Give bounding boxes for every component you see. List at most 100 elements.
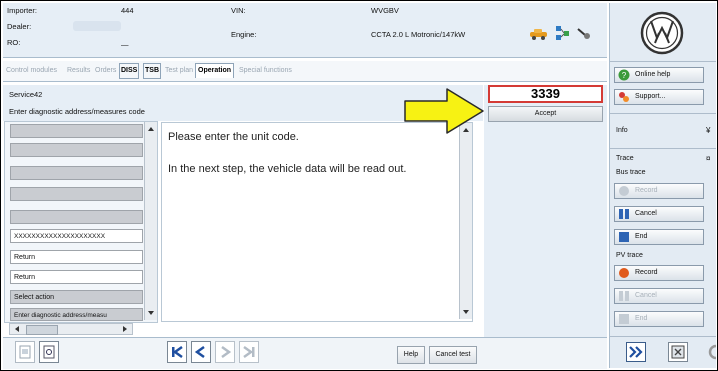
tab-tsb[interactable]: TSB — [143, 63, 161, 79]
screenshot-button[interactable] — [668, 342, 688, 362]
support-label: Support... — [635, 93, 666, 100]
prev-page-button[interactable] — [191, 341, 211, 363]
first-page-icon — [172, 345, 183, 359]
tab-diss[interactable]: DISS — [119, 63, 140, 79]
pv-record-label: Record — [635, 269, 658, 276]
sidebar-divider — [610, 113, 716, 114]
pv-end-button[interactable]: End — [614, 311, 704, 327]
info-section-label: Info — [616, 127, 628, 134]
scroll-down-icon[interactable] — [145, 308, 157, 318]
message-line-2: In the next step, the vehicle data will … — [168, 163, 407, 175]
tab-operation[interactable]: Operation — [195, 63, 235, 78]
tab-orders[interactable]: Orders — [95, 64, 116, 78]
help-button[interactable]: Help — [397, 346, 425, 364]
ro-label: RO: — [7, 38, 21, 47]
forward-button[interactable] — [626, 342, 646, 362]
dealer-label: Dealer: — [7, 22, 32, 31]
ro-value: — — [121, 40, 129, 49]
support-button[interactable]: Support... — [614, 89, 704, 105]
info-collapse-icon[interactable]: ¥ — [706, 126, 710, 135]
bus-record-label: Record — [635, 187, 658, 194]
svg-text:?: ? — [622, 71, 627, 80]
tab-bar: Control modules Results Orders DISS TSB … — [3, 61, 607, 82]
arrow-pointer-icon — [404, 88, 484, 134]
stop-icon — [619, 314, 629, 324]
pv-end-label: End — [635, 315, 648, 322]
next-page-button[interactable] — [215, 341, 235, 363]
pv-record-button[interactable]: Record — [614, 265, 704, 281]
trace-section-label: Trace — [616, 155, 634, 162]
diagnostic-window: Importer: 444 Dealer: RO: — VIN: WVGBV E… — [0, 0, 718, 371]
bus-record-button[interactable]: Record — [614, 183, 704, 199]
bus-end-label: End — [635, 233, 648, 240]
list-item-select-action[interactable]: Select action — [10, 290, 143, 304]
list-hscrollbar[interactable] — [9, 323, 133, 335]
list-item[interactable]: XXXXXXXXXXXXXXXXXXXXX — [10, 229, 143, 243]
hscroll-thumb[interactable] — [26, 325, 58, 335]
search-document-icon — [43, 345, 55, 359]
bus-cancel-button[interactable]: Cancel — [614, 206, 704, 222]
vin-value: WVGBV — [371, 6, 399, 15]
cancel-test-button[interactable]: Cancel test — [429, 346, 477, 364]
dealer-value-redacted — [73, 21, 121, 31]
screenshot-icon — [671, 345, 685, 359]
list-item[interactable] — [10, 187, 143, 201]
pv-cancel-button[interactable]: Cancel — [614, 288, 704, 304]
cable-icon[interactable] — [577, 27, 591, 39]
tab-special-functions[interactable]: Special functions — [239, 64, 292, 78]
list-item-return[interactable]: Return — [10, 250, 143, 264]
content-scrollbar[interactable] — [459, 123, 472, 319]
scroll-left-icon[interactable] — [12, 324, 22, 334]
record-icon — [619, 186, 629, 196]
bus-trace-label: Bus trace — [616, 169, 646, 176]
scroll-right-icon[interactable] — [120, 324, 130, 334]
first-page-button[interactable] — [167, 341, 187, 363]
network-icon[interactable] — [555, 25, 571, 41]
vin-label: VIN: — [231, 6, 246, 15]
pv-cancel-label: Cancel — [635, 292, 657, 299]
engine-label: Engine: — [231, 30, 257, 39]
sidebar-divider — [610, 336, 716, 337]
unit-code-field[interactable]: 3339 — [488, 85, 603, 103]
search-doc-button[interactable] — [39, 341, 59, 363]
accept-button[interactable]: Accept — [488, 106, 603, 122]
forward-icon — [629, 346, 643, 358]
tab-results[interactable]: Results — [67, 64, 90, 78]
scroll-down-icon[interactable] — [460, 307, 472, 317]
importer-label: Importer: — [7, 6, 38, 15]
print-button[interactable] — [15, 341, 35, 363]
tab-test-plan[interactable]: Test plan — [165, 64, 193, 78]
list-item[interactable] — [10, 124, 143, 138]
list-item[interactable] — [10, 166, 143, 180]
list-item[interactable] — [10, 210, 143, 224]
car-icon[interactable] — [529, 28, 549, 40]
list-item[interactable] — [10, 143, 143, 157]
settings-button[interactable] — [706, 342, 716, 362]
list-item-enter-address[interactable]: Enter diagnostic address/measu — [10, 308, 143, 321]
last-page-button[interactable] — [239, 341, 259, 363]
trace-collapse-icon[interactable]: ¤ — [706, 154, 710, 163]
list-scrollbar[interactable] — [144, 122, 157, 320]
engine-value: CCTA 2.0 L Motronic/147kW — [371, 30, 466, 39]
entry-pane — [484, 85, 607, 337]
pause-icon — [619, 291, 629, 301]
right-sidebar: ? Online help Support... Info ¥ Trace ¤ … — [609, 3, 716, 368]
pv-trace-label: PV trace — [616, 252, 643, 259]
instruction-text: Enter diagnostic address/measures code — [9, 107, 145, 116]
action-list: XXXXXXXXXXXXXXXXXXXXX Return Return Sele… — [4, 121, 158, 323]
tab-control-modules[interactable]: Control modules — [6, 64, 57, 78]
next-page-icon — [221, 345, 232, 359]
scroll-up-icon[interactable] — [145, 124, 157, 134]
list-item-return[interactable]: Return — [10, 270, 143, 284]
prev-page-icon — [194, 345, 205, 359]
bottom-toolbar: Help Cancel test — [3, 337, 607, 369]
service-title: Service42 — [9, 90, 43, 99]
bus-end-button[interactable]: End — [614, 229, 704, 245]
help-circle-icon: ? — [618, 69, 630, 81]
pause-icon — [619, 209, 629, 219]
online-help-button[interactable]: ? Online help — [614, 67, 704, 83]
sidebar-divider — [610, 148, 716, 149]
vehicle-header: Importer: 444 Dealer: RO: — VIN: WVGBV E… — [3, 3, 607, 58]
message-line-1: Please enter the unit code. — [168, 131, 299, 143]
document-icon — [19, 345, 31, 359]
